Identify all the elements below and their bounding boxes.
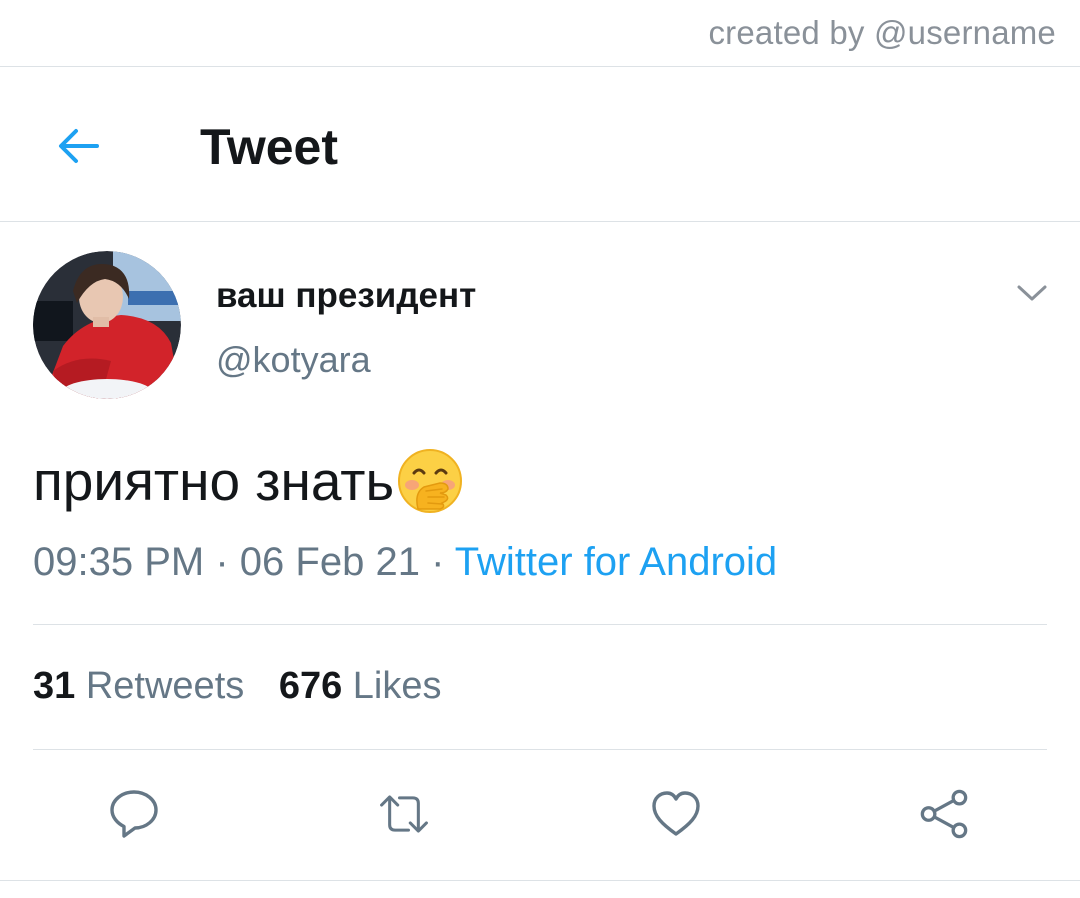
likes-count: 676 <box>278 665 343 707</box>
divider-bottom <box>0 880 1080 881</box>
like-icon <box>652 791 700 836</box>
face-with-hand-over-mouth-icon <box>398 449 463 513</box>
chevron-down-icon <box>1017 285 1047 301</box>
page-title: Tweet <box>200 119 338 175</box>
reply-button[interactable] <box>108 788 160 840</box>
likes-label: Likes <box>352 665 442 707</box>
meta-separator: · <box>431 540 445 584</box>
watermark: created by @username <box>708 14 1056 51</box>
divider-top <box>0 66 1080 67</box>
retweet-button[interactable] <box>378 788 430 840</box>
retweet-icon <box>380 795 428 833</box>
tweet-date: 06 Feb 21 <box>239 540 420 584</box>
share-button[interactable] <box>918 788 970 840</box>
tweet-meta: 09:35 PM · 06 Feb 21 · Twitter for Andro… <box>33 540 777 585</box>
back-button[interactable] <box>50 118 106 174</box>
avatar[interactable] <box>33 251 181 399</box>
display-name[interactable]: ваш президент <box>216 276 476 316</box>
arrow-left-icon <box>59 129 99 163</box>
user-handle[interactable]: @kotyara <box>216 339 371 381</box>
share-icon <box>920 789 968 839</box>
more-options-button[interactable] <box>1012 276 1052 310</box>
divider-stats <box>33 749 1047 750</box>
divider-meta <box>33 624 1047 625</box>
like-button[interactable] <box>650 788 702 840</box>
likes-stat[interactable]: 676 Likes <box>279 665 442 708</box>
tweet-source-link[interactable]: Twitter for Android <box>455 540 777 584</box>
tweet-time: 09:35 PM <box>33 540 205 584</box>
tweet-body: приятно знать <box>33 450 395 512</box>
tweet-text: приятно знать <box>33 446 464 516</box>
tweet-stats: 31 Retweets 676 Likes <box>33 665 442 708</box>
reply-icon <box>110 790 158 838</box>
retweets-label: Retweets <box>85 665 245 707</box>
meta-separator: · <box>215 540 229 584</box>
divider-header <box>0 221 1080 222</box>
profile-photo <box>33 251 181 399</box>
retweets-count: 31 <box>33 665 76 707</box>
retweets-stat[interactable]: 31 Retweets <box>33 665 244 708</box>
